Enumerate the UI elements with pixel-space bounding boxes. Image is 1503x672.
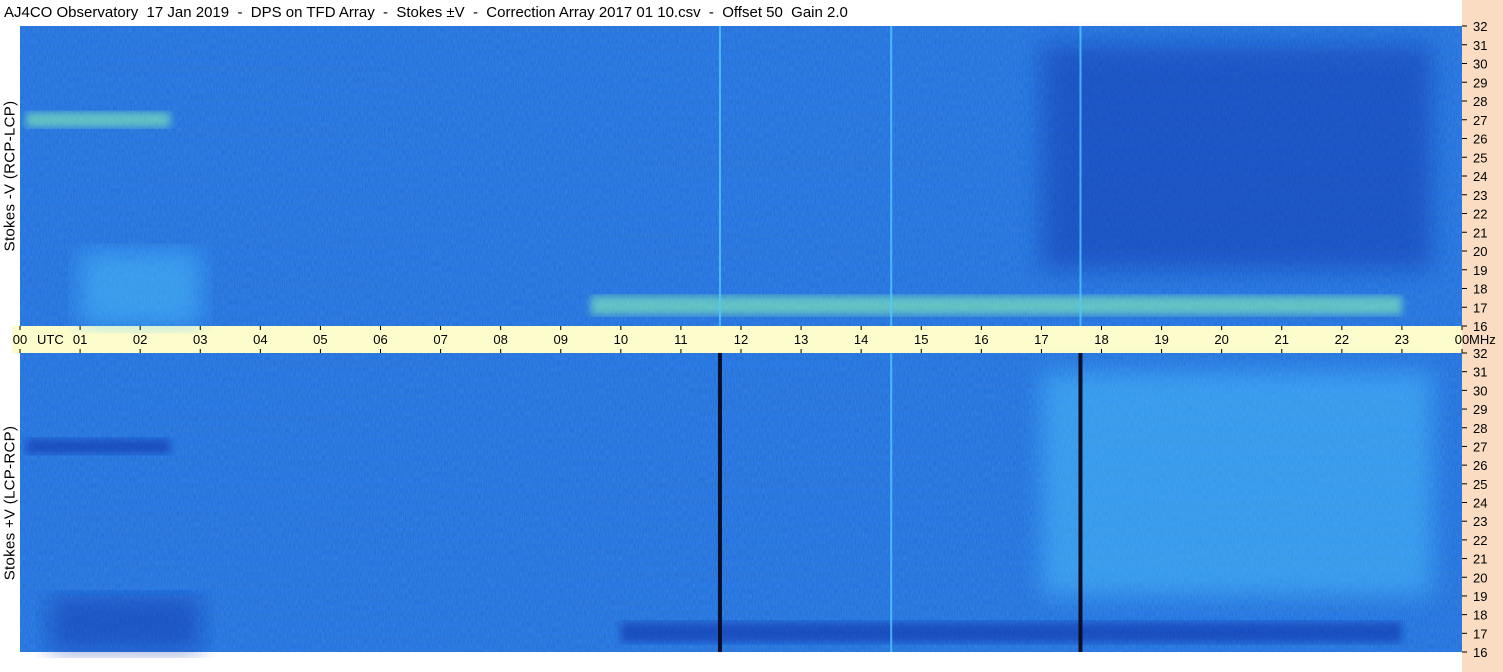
top-ytick-label-17: 17 <box>1473 300 1487 315</box>
bottom-feature-dark-band-0 <box>26 438 171 454</box>
xtick-label-23: 23 <box>1395 332 1409 347</box>
bottom-feature-dark-patch-1 <box>50 595 201 652</box>
xtick-label-22: 22 <box>1335 332 1349 347</box>
xtick-label-11: 11 <box>674 332 688 347</box>
top-feature-interference-band-2 <box>590 296 1402 315</box>
bottom-vertical-line-dark-2 <box>1078 353 1083 652</box>
top-ytick-label-20: 20 <box>1473 244 1487 259</box>
bottom-ytick-label-26: 26 <box>1473 458 1487 473</box>
bottom-ytick-label-30: 30 <box>1473 383 1487 398</box>
top-vertical-line-bright-1 <box>890 26 893 326</box>
top-ytick-label-26: 26 <box>1473 132 1487 147</box>
bottom-ytick-label-29: 29 <box>1473 402 1487 417</box>
xtick-label-6: 06 <box>373 332 387 347</box>
top-ytick-label-25: 25 <box>1473 150 1487 165</box>
xtick-label-24: 00 <box>1455 332 1469 347</box>
xtick-label-2: 02 <box>133 332 147 347</box>
bottom-ytick-label-27: 27 <box>1473 439 1487 454</box>
xtick-label-16: 16 <box>974 332 988 347</box>
x-axis-label: UTC <box>37 332 64 347</box>
xtick-label-18: 18 <box>1094 332 1108 347</box>
xtick-label-3: 03 <box>193 332 207 347</box>
xtick-label-21: 21 <box>1275 332 1289 347</box>
xtick-label-15: 15 <box>914 332 928 347</box>
bottom-ytick-label-16: 16 <box>1473 645 1487 660</box>
xtick-label-8: 08 <box>493 332 507 347</box>
bottom-ytick-label-28: 28 <box>1473 421 1487 436</box>
y-unit-label: MHz <box>1469 332 1496 347</box>
bottom-ytick-label-24: 24 <box>1473 496 1487 511</box>
xtick-label-20: 20 <box>1214 332 1228 347</box>
top-ytick-label-30: 30 <box>1473 57 1487 72</box>
bottom-ytick-label-18: 18 <box>1473 608 1487 623</box>
spectrogram-chart: 16 17 18 19 20 21 22 23 24 25 26 27 28 29 30 31 32 16 17 18… <box>13 19 1496 660</box>
top-vertical-line-bright-0 <box>718 26 721 326</box>
top-ytick-label-28: 28 <box>1473 94 1487 109</box>
xtick-label-9: 09 <box>554 332 568 347</box>
bottom-vertical-line-dark-0 <box>717 353 722 652</box>
top-feature-bright-band-0 <box>26 112 171 128</box>
bottom-vertical-line-bright-1 <box>890 353 893 652</box>
top-ytick-label-23: 23 <box>1473 188 1487 203</box>
xtick-label-17: 17 <box>1034 332 1048 347</box>
bottom-feature-bright-patch-3 <box>1041 371 1432 596</box>
bottom-ytick-label-21: 21 <box>1473 552 1487 567</box>
xtick-label-0: 00 <box>13 332 27 347</box>
bottom-feature-interference-band-dark-2 <box>620 622 1402 643</box>
top-ytick-label-22: 22 <box>1473 207 1487 222</box>
xtick-label-4: 04 <box>253 332 267 347</box>
bottom-ytick-label-22: 22 <box>1473 533 1487 548</box>
top-ytick-label-18: 18 <box>1473 282 1487 297</box>
top-ytick-label-19: 19 <box>1473 263 1487 278</box>
xtick-label-14: 14 <box>854 332 868 347</box>
bottom-ytick-label-20: 20 <box>1473 570 1487 585</box>
top-ytick-label-24: 24 <box>1473 169 1487 184</box>
bottom-ytick-label-23: 23 <box>1473 514 1487 529</box>
bottom-ytick-label-17: 17 <box>1473 626 1487 641</box>
top-ytick-label-27: 27 <box>1473 113 1487 128</box>
xtick-label-5: 05 <box>313 332 327 347</box>
bottom-ytick-label-25: 25 <box>1473 477 1487 492</box>
xtick-label-10: 10 <box>614 332 628 347</box>
top-ytick-label-21: 21 <box>1473 225 1487 240</box>
top-feature-dark-patch-3 <box>1041 44 1432 270</box>
top-vertical-line-bright-2 <box>1079 26 1082 326</box>
bottom-ytick-label-19: 19 <box>1473 589 1487 604</box>
xtick-label-7: 07 <box>433 332 447 347</box>
xtick-label-12: 12 <box>734 332 748 347</box>
top-ytick-label-29: 29 <box>1473 75 1487 90</box>
top-feature-bright-patch-1 <box>80 251 201 326</box>
xtick-label-19: 19 <box>1154 332 1168 347</box>
xtick-label-13: 13 <box>794 332 808 347</box>
top-ytick-label-32: 32 <box>1473 19 1487 34</box>
top-ytick-label-31: 31 <box>1473 38 1487 53</box>
bottom-ytick-label-32: 32 <box>1473 346 1487 361</box>
bottom-ytick-label-31: 31 <box>1473 365 1487 380</box>
xtick-label-1: 01 <box>73 332 87 347</box>
